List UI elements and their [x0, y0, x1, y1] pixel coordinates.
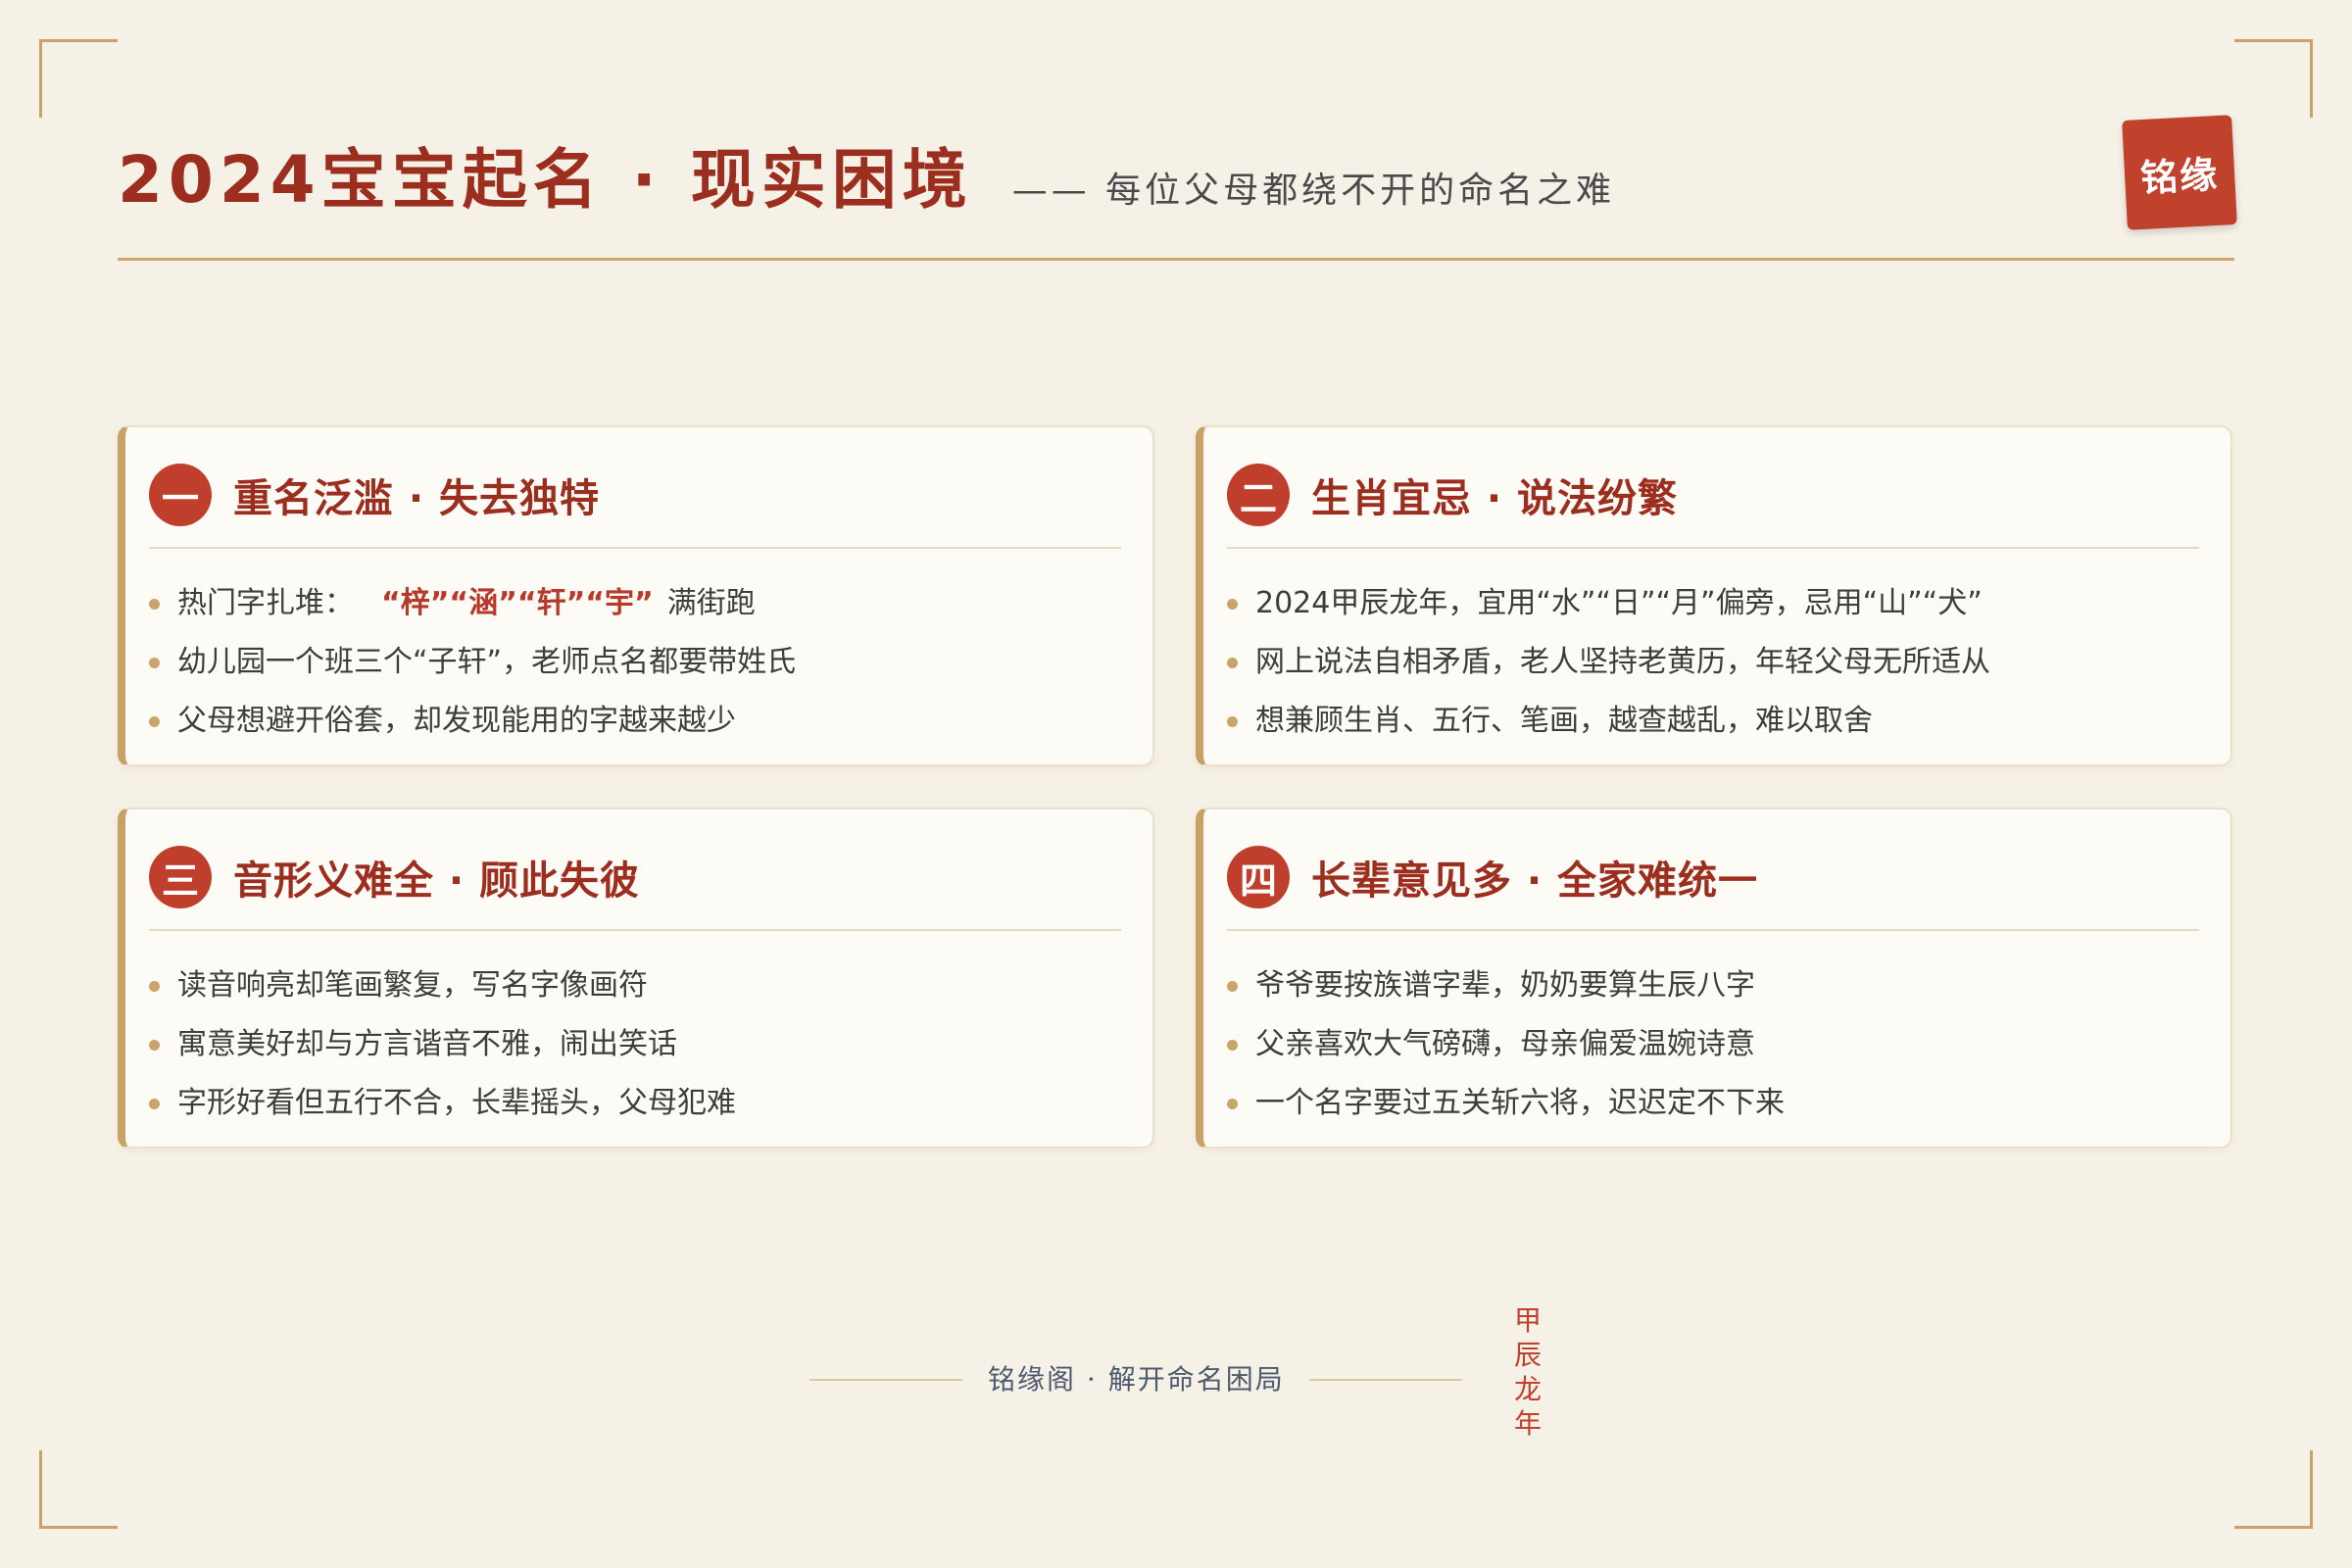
item-text: 父母想避开俗套，却发现能用的字越来越少	[177, 704, 736, 738]
item-text: 父亲喜欢大气磅礴，母亲偏爱温婉诗意	[1255, 1027, 1755, 1061]
card-bullet-list: 读音响亮却笔画繁复，写名字像画符 寓意美好却与方言谐音不雅，闹出笑话 字形好看但…	[149, 953, 1121, 1129]
item-text: 字形好看但五行不合，长辈摇头，父母犯难	[177, 1086, 736, 1120]
problem-card-sound-shape-meaning: 三 音形义难全 · 顾此失彼 读音响亮却笔画繁复，写名字像画符 寓意美好却与方言…	[118, 808, 1154, 1149]
bullet-dot-icon	[1227, 715, 1238, 727]
bullet-dot-icon	[1227, 1039, 1238, 1051]
list-item: 热门字扎堆： “梓”“涵”“轩”“宇” 满街跑	[149, 570, 1121, 629]
bullet-dot-icon	[1227, 980, 1238, 992]
footer-brand-text: 铭缘阁 · 解开命名困局	[988, 1363, 1285, 1396]
card-bullet-list: 2024甲辰龙年，宜用“水”“日”“月”偏旁，忌用“山”“犬” 网上说法自相矛盾…	[1227, 570, 2199, 747]
bullet-dot-icon	[1227, 1098, 1238, 1109]
page: 2024宝宝起名 · 现实困境 —— 每位父母都绕不开的命名之难 铭缘 一 重名…	[0, 0, 2352, 1568]
bullet-dot-icon	[149, 598, 160, 610]
corner-ornament-bottom-right	[2234, 1450, 2313, 1529]
item-text: 读音响亮却笔画繁复，写名字像画符	[177, 968, 648, 1003]
header-divider	[118, 258, 2234, 261]
item-text: 一个名字要过五关斩六将，迟迟定不下来	[1255, 1086, 1785, 1120]
header: 2024宝宝起名 · 现实困境 —— 每位父母都绕不开的命名之难	[118, 127, 2234, 218]
item-text: 爷爷要按族谱字辈，奶奶要算生辰八字	[1255, 968, 1755, 1003]
page-title: 2024宝宝起名 · 现实困境	[118, 142, 973, 218]
item-text: 寓意美好却与方言谐音不雅，闹出笑话	[177, 1027, 677, 1061]
card-divider	[149, 547, 1121, 549]
vertical-year-label: 甲 辰 龙 年	[1513, 1303, 1543, 1441]
bullet-dot-icon	[149, 980, 160, 992]
card-divider	[1227, 929, 2199, 931]
corner-ornament-bottom-left	[39, 1450, 118, 1529]
vertical-char: 年	[1513, 1407, 1542, 1440]
footer-divider-left	[809, 1379, 962, 1381]
item-text: 想兼顾生肖、五行、笔画，越查越乱，难以取舍	[1255, 704, 1873, 738]
card-number-badge: 四	[1227, 846, 1290, 908]
list-item: 父亲喜欢大气磅礴，母亲偏爱温婉诗意	[1227, 1011, 2199, 1070]
list-item: 一个名字要过五关斩六将，迟迟定不下来	[1227, 1070, 2199, 1129]
card-divider	[149, 929, 1121, 931]
card-number-badge: 三	[149, 846, 212, 908]
list-item: 2024甲辰龙年，宜用“水”“日”“月”偏旁，忌用“山”“犬”	[1227, 570, 2199, 629]
corner-ornament-top-right	[2234, 39, 2313, 118]
card-bullet-list: 爷爷要按族谱字辈，奶奶要算生辰八字 父亲喜欢大气磅礴，母亲偏爱温婉诗意 一个名字…	[1227, 953, 2199, 1129]
card-header: 二 生肖宜忌 · 说法纷繁	[1227, 463, 2199, 527]
list-item: 寓意美好却与方言谐音不雅，闹出笑话	[149, 1011, 1121, 1070]
bullet-dot-icon	[149, 1098, 160, 1109]
problem-card-elder-opinions: 四 长辈意见多 · 全家难统一 爷爷要按族谱字辈，奶奶要算生辰八字 父亲喜欢大气…	[1196, 808, 2232, 1149]
vertical-char: 龙	[1513, 1373, 1542, 1405]
card-number-badge: 二	[1227, 464, 1290, 526]
list-item: 读音响亮却笔画繁复，写名字像画符	[149, 953, 1121, 1011]
list-item: 幼儿园一个班三个“子轩”，老师点名都要带姓氏	[149, 629, 1121, 688]
card-title: 生肖宜忌 · 说法纷繁	[1311, 476, 1679, 521]
card-divider	[1227, 547, 2199, 549]
list-item: 字形好看但五行不合，长辈摇头，父母犯难	[149, 1070, 1121, 1129]
card-title: 重名泛滥 · 失去独特	[233, 476, 601, 521]
card-header: 三 音形义难全 · 顾此失彼	[149, 845, 1121, 909]
footer-divider-right	[1309, 1379, 1462, 1381]
seal-stamp: 铭缘	[2122, 115, 2237, 230]
card-bullet-list: 热门字扎堆： “梓”“涵”“轩”“宇” 满街跑 幼儿园一个班三个“子轩”，老师点…	[149, 570, 1121, 747]
vertical-char: 辰	[1513, 1339, 1542, 1371]
bullet-dot-icon	[1227, 657, 1238, 668]
item-text: 热门字扎堆：	[177, 586, 354, 620]
card-title: 音形义难全 · 顾此失彼	[233, 858, 641, 904]
item-text: 幼儿园一个班三个“子轩”，老师点名都要带姓氏	[177, 645, 797, 679]
list-item: 想兼顾生肖、五行、笔画，越查越乱，难以取舍	[1227, 688, 2199, 747]
corner-ornament-top-left	[39, 39, 118, 118]
vertical-char: 甲	[1513, 1304, 1542, 1337]
problem-card-zodiac-rules: 二 生肖宜忌 · 说法纷繁 2024甲辰龙年，宜用“水”“日”“月”偏旁，忌用“…	[1196, 425, 2232, 766]
item-text: 网上说法自相矛盾，老人坚持老黄历，年轻父母无所适从	[1255, 645, 1990, 679]
item-suffix: 满街跑	[666, 586, 756, 620]
item-text: 2024甲辰龙年，宜用“水”“日”“月”偏旁，忌用“山”“犬”	[1255, 586, 1983, 620]
problem-card-duplicate-names: 一 重名泛滥 · 失去独特 热门字扎堆： “梓”“涵”“轩”“宇” 满街跑 幼儿…	[118, 425, 1154, 766]
list-item: 父母想避开俗套，却发现能用的字越来越少	[149, 688, 1121, 747]
list-item: 爷爷要按族谱字辈，奶奶要算生辰八字	[1227, 953, 2199, 1011]
card-header: 一 重名泛滥 · 失去独特	[149, 463, 1121, 527]
card-title: 长辈意见多 · 全家难统一	[1311, 858, 1759, 904]
list-item: 网上说法自相矛盾，老人坚持老黄历，年轻父母无所适从	[1227, 629, 2199, 688]
page-subtitle: —— 每位父母都绕不开的命名之难	[1011, 171, 1616, 211]
bullet-dot-icon	[149, 715, 160, 727]
item-highlight: “梓”“涵”“轩”“宇”	[381, 586, 654, 620]
bullet-dot-icon	[1227, 598, 1238, 610]
bullet-dot-icon	[149, 657, 160, 668]
card-number-badge: 一	[149, 464, 212, 526]
card-header: 四 长辈意见多 · 全家难统一	[1227, 845, 2199, 909]
bullet-dot-icon	[149, 1039, 160, 1051]
